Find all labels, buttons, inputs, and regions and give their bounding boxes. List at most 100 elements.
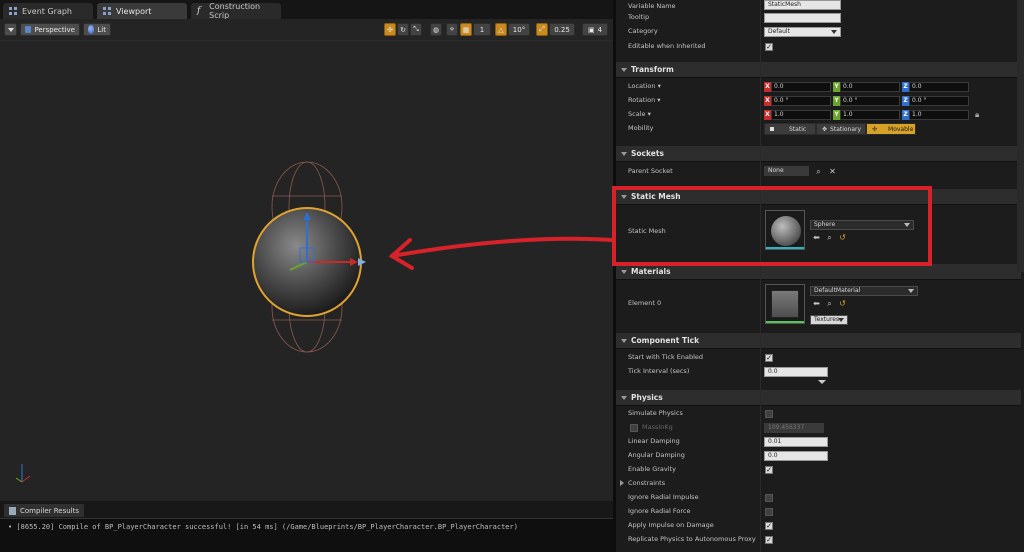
enable-gravity-label: Enable Gravity xyxy=(628,465,676,473)
rotation-y[interactable]: Y 0.0 ° xyxy=(833,96,900,106)
surface-snap-button[interactable]: ⟡ xyxy=(446,23,458,36)
location-label[interactable]: Location ▾ xyxy=(628,82,661,90)
simulate-physics-checkbox[interactable] xyxy=(765,410,773,418)
search-icon[interactable]: ⌕ xyxy=(814,167,823,176)
viewport-options-button[interactable] xyxy=(4,23,17,36)
location-x-value[interactable]: 0.0 xyxy=(771,82,831,92)
scale-y-value[interactable]: 1.0 xyxy=(840,110,900,120)
grid-icon xyxy=(103,7,111,15)
rotation-label[interactable]: Rotation ▾ xyxy=(628,96,661,104)
apply-impulse-label: Apply Impulse on Damage xyxy=(628,521,714,529)
material-swatch-icon xyxy=(771,290,799,318)
scale-label[interactable]: Scale ▾ xyxy=(628,110,651,118)
start-tick-checkbox[interactable]: ✓ xyxy=(765,354,773,362)
rotation-snap-value[interactable]: 10° xyxy=(508,23,530,36)
variable-name-input[interactable]: StaticMesh xyxy=(764,0,841,10)
scale-z-value[interactable]: 1.0 xyxy=(909,110,969,120)
tab-event-graph[interactable]: Event Graph xyxy=(3,3,93,19)
mass-input[interactable]: 109.456337 xyxy=(764,423,824,433)
log-line: • [8655.20] Compile of BP_PlayerCharacte… xyxy=(8,523,518,531)
tab-label: Event Graph xyxy=(22,6,72,16)
rotation-z[interactable]: Z 0.0 ° xyxy=(902,96,969,106)
location-x[interactable]: X 0.0 xyxy=(764,82,831,92)
details-scrollbar[interactable] xyxy=(1017,0,1024,272)
angle-icon: △ xyxy=(498,25,504,34)
rotate-tool-button[interactable]: ↻ xyxy=(397,23,409,36)
camera-speed-button[interactable]: ▣ 4 xyxy=(582,23,608,36)
lit-button[interactable]: Lit xyxy=(83,23,111,36)
ignore-radial-impulse-checkbox[interactable] xyxy=(765,494,773,502)
rotation-snap-button[interactable]: △ xyxy=(495,23,507,36)
sockets-section-header[interactable]: Sockets xyxy=(616,146,1021,162)
move-icon: ✣ xyxy=(387,25,393,34)
clear-icon[interactable]: ✕ xyxy=(828,167,837,176)
angular-damping-input[interactable]: 0.0 xyxy=(764,451,828,461)
scale-snap-value[interactable]: 0.25 xyxy=(549,23,575,36)
static-icon xyxy=(770,127,774,131)
enable-gravity-checkbox[interactable]: ✓ xyxy=(765,466,773,474)
location-z-value[interactable]: 0.0 xyxy=(909,82,969,92)
linear-damping-input[interactable]: 0.01 xyxy=(764,437,828,447)
physics-section-header[interactable]: Physics xyxy=(616,390,1021,406)
material-dropdown[interactable]: DefaultMaterial xyxy=(810,286,918,296)
apply-impulse-checkbox[interactable]: ✓ xyxy=(765,522,773,530)
compiler-results-tab[interactable]: Compiler Results xyxy=(4,504,85,517)
3d-viewport[interactable] xyxy=(0,41,614,501)
component-tick-title: Component Tick xyxy=(631,336,700,345)
mobility-static-button[interactable]: Static xyxy=(764,123,816,135)
textures-dropdown[interactable]: Textures xyxy=(810,315,848,325)
rotation-x-value[interactable]: 0.0 ° xyxy=(771,96,831,106)
location-y-value[interactable]: 0.0 xyxy=(840,82,900,92)
document-icon xyxy=(9,506,16,515)
materials-section-header[interactable]: Materials xyxy=(616,264,1021,280)
chevron-down-icon xyxy=(908,289,914,293)
material-thumbnail[interactable] xyxy=(765,284,805,324)
ignore-radial-force-label: Ignore Radial Force xyxy=(628,507,691,515)
tab-viewport[interactable]: Viewport xyxy=(97,3,187,19)
tick-interval-input[interactable]: 0.0 xyxy=(764,367,828,377)
editable-inherited-checkbox[interactable]: ✓ xyxy=(765,43,773,51)
scale-x-value[interactable]: 1.0 xyxy=(771,110,831,120)
transform-section-header[interactable]: Transform xyxy=(616,62,1021,78)
scale-snap-icon: ⤢ xyxy=(539,25,545,33)
rotation-y-value[interactable]: 0.0 ° xyxy=(840,96,900,106)
mobility-stationary-button[interactable]: ✥ Stationary xyxy=(816,123,866,135)
grid-size-button[interactable]: 1 xyxy=(473,23,491,36)
scale-x[interactable]: X 1.0 xyxy=(764,110,831,120)
grid-snap-button[interactable]: ▦ xyxy=(460,23,472,36)
parent-socket-input[interactable]: None xyxy=(764,166,809,176)
location-z[interactable]: Z 0.0 xyxy=(902,82,969,92)
perspective-button[interactable]: Perspective xyxy=(20,23,80,36)
rotation-z-value[interactable]: 0.0 ° xyxy=(909,96,969,106)
browse-search-icon[interactable]: ⌕ xyxy=(825,299,834,308)
replicate-physics-checkbox[interactable]: ✓ xyxy=(765,536,773,544)
simulate-physics-row: Simulate Physics xyxy=(616,407,1021,421)
element-0-label: Element 0 xyxy=(628,299,662,307)
component-tick-section-header[interactable]: Component Tick xyxy=(616,333,1021,349)
ignore-radial-force-checkbox[interactable] xyxy=(765,508,773,516)
category-dropdown[interactable]: Default xyxy=(764,27,841,37)
compiler-results-panel: Compiler Results • [8655.20] Compile of … xyxy=(0,501,613,552)
rotation-x[interactable]: X 0.0 ° xyxy=(764,96,831,106)
location-y[interactable]: Y 0.0 xyxy=(833,82,900,92)
scale-snap-button[interactable]: ⤢ xyxy=(536,23,548,36)
tab-construction-script[interactable]: f Construction Scrip xyxy=(191,2,281,20)
mobility-movable-button[interactable]: ✣ Movable xyxy=(866,123,916,135)
collapse-arrow-icon xyxy=(621,151,627,156)
tooltip-input[interactable] xyxy=(764,13,841,23)
reset-arrow-icon[interactable]: ↺ xyxy=(838,299,847,308)
constraints-row[interactable]: Constraints xyxy=(616,477,1021,491)
highlight-box xyxy=(612,186,932,266)
column-divider[interactable] xyxy=(760,0,761,552)
expand-advanced-icon[interactable] xyxy=(818,380,826,384)
scale-tool-button[interactable]: ⤡ xyxy=(410,23,422,36)
translate-tool-button[interactable]: ✣ xyxy=(384,23,396,36)
scale-z[interactable]: Z 1.0 xyxy=(902,110,969,120)
world-local-button[interactable]: ◍ xyxy=(430,23,442,36)
use-selected-arrow-icon[interactable]: ⬅ xyxy=(812,299,821,308)
linear-damping-row: Linear Damping 0.01 xyxy=(616,435,1021,449)
mass-override-checkbox[interactable] xyxy=(630,424,638,432)
details-panel: Variable Name StaticMesh Tooltip Categor… xyxy=(613,0,1024,552)
scale-y[interactable]: Y 1.0 xyxy=(833,110,900,120)
lock-icon[interactable]: 🔒︎ xyxy=(975,110,979,120)
